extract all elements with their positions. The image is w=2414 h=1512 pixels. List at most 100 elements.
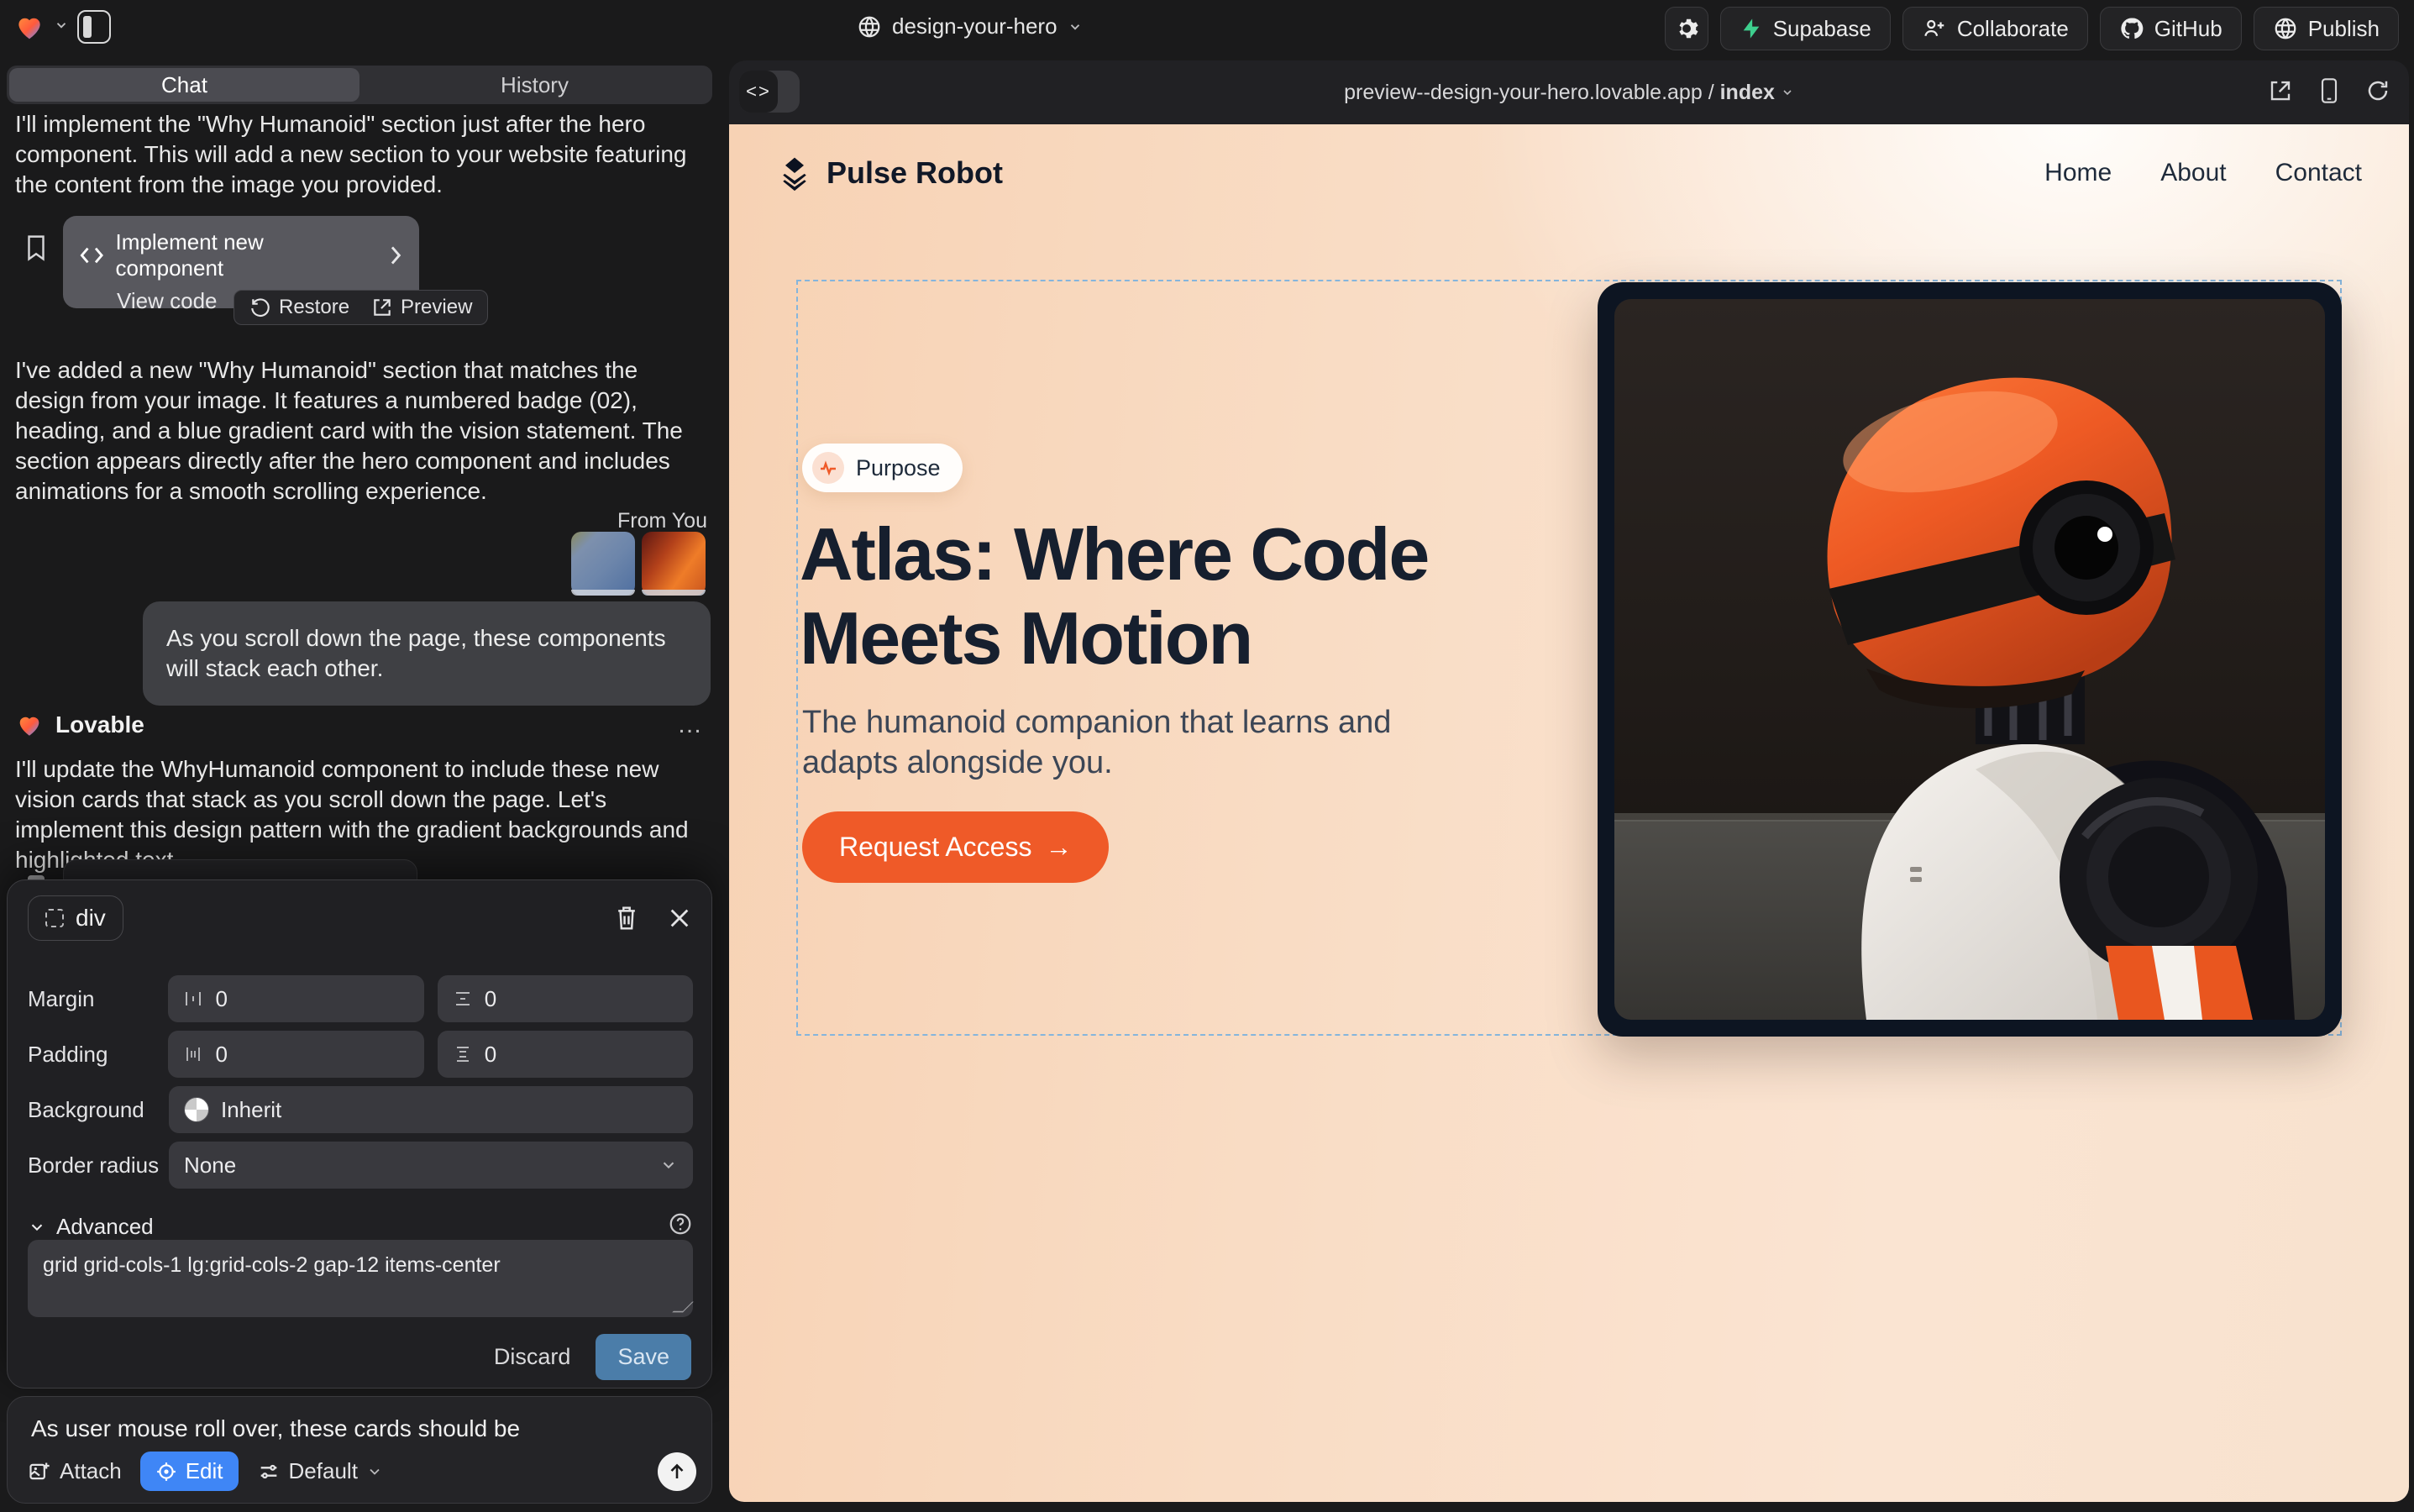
attachment-thumbnail-blue[interactable] — [571, 532, 635, 596]
bookmark-icon[interactable] — [24, 234, 49, 266]
preview-button[interactable]: Preview — [371, 296, 472, 319]
nav-about[interactable]: About — [2160, 159, 2226, 187]
refresh-icon — [2365, 78, 2390, 103]
hero-subheadline: The humanoid companion that learns and a… — [802, 702, 1415, 783]
border-radius-select[interactable]: None — [169, 1142, 693, 1189]
open-in-new-tab-button[interactable] — [2268, 78, 2293, 103]
margin-y-input[interactable]: 0 — [438, 975, 693, 1022]
project-globe-icon — [857, 14, 882, 39]
attach-image-icon — [28, 1460, 51, 1483]
publish-label: Publish — [2308, 16, 2380, 42]
request-access-button[interactable]: Request Access → — [802, 811, 1109, 883]
chat-composer: As user mouse roll over, these cards sho… — [7, 1396, 712, 1504]
attachment-thumbnail-orange[interactable] — [642, 532, 706, 596]
nav-contact[interactable]: Contact — [2275, 159, 2362, 187]
chat-sidebar: Chat History I'll implement the "Why Hum… — [0, 0, 719, 1512]
chat-input[interactable]: As user mouse roll over, these cards sho… — [31, 1415, 686, 1442]
hero-robot-card — [1598, 282, 2342, 1037]
restore-button[interactable]: Restore — [249, 296, 349, 319]
arrow-up-icon — [667, 1462, 687, 1482]
border-radius-label: Border radius — [28, 1152, 169, 1179]
publish-button[interactable]: Publish — [2254, 7, 2399, 50]
github-icon — [2119, 16, 2144, 41]
project-name: design-your-hero — [892, 13, 1057, 39]
github-label: GitHub — [2154, 16, 2222, 42]
settings-button[interactable] — [1665, 7, 1708, 50]
lovable-heart-icon — [15, 711, 44, 739]
sliders-icon — [257, 1460, 281, 1483]
model-mode-select[interactable]: Default — [257, 1458, 383, 1484]
chevron-down-icon — [659, 1156, 678, 1174]
component-card-title: Implement new component — [115, 229, 364, 281]
site-brand[interactable]: Pulse Robot — [776, 155, 1003, 192]
close-icon — [668, 906, 691, 930]
refresh-button[interactable] — [2365, 78, 2390, 103]
transparency-swatch-icon — [184, 1097, 209, 1122]
send-button[interactable] — [658, 1452, 696, 1491]
padding-label: Padding — [28, 1042, 168, 1068]
close-inspector-button[interactable] — [668, 906, 691, 930]
purpose-badge: Purpose — [802, 444, 963, 492]
lovable-app-window: design-your-hero Supabase Collaborate Gi… — [0, 0, 2414, 1512]
collaborate-button[interactable]: Collaborate — [1902, 7, 2088, 50]
nav-home[interactable]: Home — [2044, 159, 2112, 187]
assistant-message: I've added a new "Why Humanoid" section … — [15, 355, 712, 507]
collaborate-label: Collaborate — [1957, 16, 2069, 42]
gear-icon — [1674, 16, 1699, 41]
attach-button[interactable]: Attach — [28, 1458, 122, 1484]
hero-headline: Atlas: Where Code Meets Motion — [800, 512, 1480, 680]
preview-url-breadcrumb[interactable]: preview--design-your-hero.lovable.app / … — [729, 81, 2409, 105]
layers-logo-icon — [776, 155, 813, 192]
mobile-icon — [2318, 77, 2340, 104]
supabase-icon — [1740, 17, 1763, 40]
selected-element-chip[interactable]: div — [28, 895, 123, 941]
assistant-message: I'll implement the "Why Humanoid" sectio… — [15, 109, 692, 200]
github-button[interactable]: GitHub — [2100, 7, 2242, 50]
assistant-header: Lovable … — [15, 711, 704, 739]
chat-history-tabs: Chat History — [7, 66, 712, 104]
help-icon[interactable] — [668, 1211, 693, 1242]
assistant-message: I'll update the WhyHumanoid component to… — [15, 754, 697, 875]
preview-pane: <> preview--design-your-hero.lovable.app… — [729, 60, 2409, 1502]
external-link-icon — [2268, 78, 2293, 103]
chevron-down-icon — [1781, 86, 1794, 99]
arrow-right-icon: → — [1045, 832, 1072, 863]
version-hover-actions: Restore Preview — [234, 290, 488, 325]
padding-x-input[interactable]: 0 — [168, 1031, 423, 1078]
mobile-view-button[interactable] — [2318, 77, 2340, 104]
margin-x-input[interactable]: 0 — [168, 975, 423, 1022]
site-nav: Home About Contact — [2044, 159, 2362, 187]
restore-icon — [249, 297, 271, 318]
project-chevron-down-icon — [1068, 19, 1083, 34]
advanced-toggle[interactable]: Advanced — [28, 1211, 693, 1242]
preview-url: preview--design-your-hero.lovable.app — [1344, 81, 1703, 104]
margin-vertical-icon — [453, 989, 473, 1009]
margin-horizontal-icon — [183, 989, 203, 1009]
chevron-down-icon — [366, 1463, 383, 1480]
tab-history[interactable]: History — [359, 68, 710, 102]
margin-label: Margin — [28, 986, 168, 1012]
site-brand-name: Pulse Robot — [827, 155, 1003, 191]
discard-button[interactable]: Discard — [494, 1344, 571, 1370]
background-input[interactable]: Inherit — [169, 1086, 693, 1133]
trash-icon — [614, 905, 639, 932]
edit-mode-button[interactable]: Edit — [140, 1452, 239, 1491]
pulse-icon — [812, 452, 844, 484]
project-switcher[interactable]: design-your-hero — [857, 13, 1083, 39]
tab-chat[interactable]: Chat — [9, 68, 359, 102]
delete-element-button[interactable] — [614, 905, 639, 932]
element-tag: div — [76, 905, 106, 932]
tailwind-classes-input[interactable]: grid grid-cols-1 lg:grid-cols-2 gap-12 i… — [28, 1240, 693, 1317]
robot-image — [1614, 299, 2325, 1020]
save-button[interactable]: Save — [596, 1334, 691, 1380]
padding-y-input[interactable]: 0 — [438, 1031, 693, 1078]
dashed-box-icon — [45, 909, 64, 927]
publish-globe-icon — [2273, 16, 2298, 41]
assistant-name: Lovable — [55, 711, 144, 738]
message-menu-button[interactable]: … — [677, 711, 704, 739]
site-viewport: Pulse Robot Home About Contact Purpose A… — [729, 124, 2409, 1502]
collaborate-icon — [1922, 16, 1947, 41]
external-link-icon — [371, 297, 393, 318]
supabase-button[interactable]: Supabase — [1720, 7, 1891, 50]
chevron-down-icon — [28, 1218, 46, 1236]
